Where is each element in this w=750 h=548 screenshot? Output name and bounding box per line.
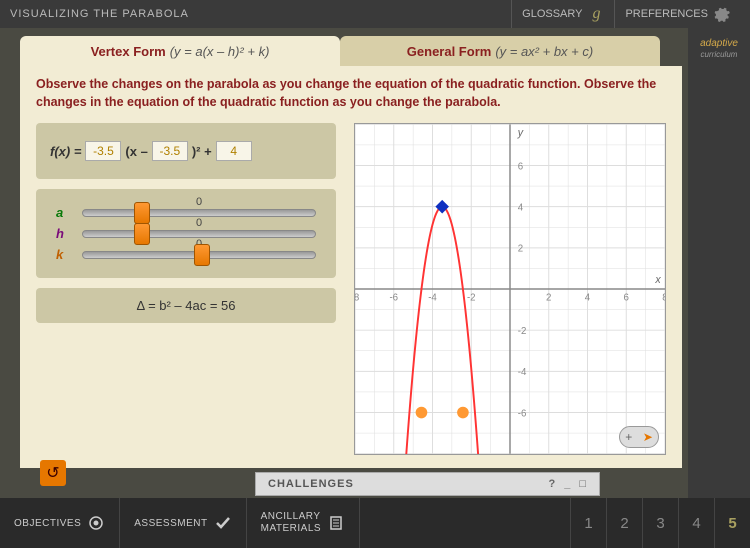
input-a[interactable]	[85, 141, 121, 161]
glossary-button[interactable]: GLOSSARY g	[511, 0, 614, 28]
eq-mid1: (x –	[125, 144, 147, 159]
slider-a[interactable]: 0	[82, 209, 316, 217]
plus-icon: +	[625, 430, 632, 444]
preferences-button[interactable]: PREFERENCES	[614, 0, 740, 28]
page-4[interactable]: 4	[678, 498, 714, 548]
svg-text:6: 6	[624, 293, 629, 304]
page-1[interactable]: 1	[570, 498, 606, 548]
challenges-label: CHALLENGES	[268, 478, 354, 490]
page-3[interactable]: 3	[642, 498, 678, 548]
svg-text:-6: -6	[518, 408, 527, 419]
sliders-panel: a 0 h 0	[36, 189, 336, 278]
eq-prefix: f(x) =	[50, 144, 81, 159]
help-icon[interactable]: ?	[548, 478, 556, 490]
glossary-label: GLOSSARY	[522, 8, 582, 20]
slider-a-label: a	[56, 205, 70, 220]
tab-general-label: General Form	[407, 44, 492, 59]
svg-text:8: 8	[662, 293, 665, 304]
svg-text:-2: -2	[518, 326, 527, 337]
slider-h-label: h	[56, 226, 70, 241]
assessment-label: ASSESSMENT	[134, 518, 207, 529]
challenges-bar[interactable]: CHALLENGES ? _ □	[255, 472, 600, 496]
svg-text:6: 6	[518, 161, 523, 172]
document-icon	[327, 514, 345, 532]
instructions-text: Observe the changes on the parabola as y…	[36, 76, 666, 111]
slider-h-thumb[interactable]	[134, 223, 150, 245]
discriminant-display: Δ = b² – 4ac = 56	[36, 288, 336, 323]
svg-text:x: x	[654, 274, 661, 286]
gear-icon	[714, 6, 730, 22]
page-5[interactable]: 5	[714, 498, 750, 548]
svg-text:-2: -2	[467, 293, 476, 304]
target-icon	[87, 514, 105, 532]
ancillary-button[interactable]: ANCILLARY MATERIALS	[247, 498, 360, 548]
slider-h-value: 0	[196, 217, 202, 229]
slider-a-value: 0	[196, 196, 202, 208]
chart-tool-button[interactable]: + ➤	[619, 426, 659, 448]
objectives-button[interactable]: OBJECTIVES	[0, 498, 120, 548]
svg-text:y: y	[517, 127, 524, 139]
slider-k-thumb[interactable]	[194, 244, 210, 266]
slider-a-thumb[interactable]	[134, 202, 150, 224]
brand-logo: adaptive curriculum	[700, 38, 738, 60]
assessment-button[interactable]: ASSESSMENT	[120, 498, 246, 548]
slider-h[interactable]: 0	[82, 230, 316, 238]
preferences-label: PREFERENCES	[625, 8, 708, 20]
expand-icon[interactable]: □	[579, 478, 587, 490]
slider-k[interactable]: 0	[82, 251, 316, 259]
tab-vertex-eq: (y = a(x – h)² + k)	[170, 44, 270, 59]
svg-text:2: 2	[518, 244, 523, 255]
page-2[interactable]: 2	[606, 498, 642, 548]
input-k[interactable]	[216, 141, 252, 161]
svg-text:4: 4	[585, 293, 591, 304]
tab-vertex-label: Vertex Form	[91, 44, 166, 59]
page-title: VISUALIZING THE PARABOLA	[10, 8, 511, 20]
tab-general-eq: (y = ax² + bx + c)	[495, 44, 593, 59]
svg-text:-4: -4	[518, 367, 527, 378]
glossary-icon: g	[588, 6, 604, 22]
objectives-label: OBJECTIVES	[14, 518, 81, 529]
eq-mid2: )² +	[192, 144, 212, 159]
svg-text:4: 4	[518, 203, 524, 214]
check-icon	[214, 514, 232, 532]
pointer-icon: ➤	[643, 430, 653, 444]
svg-text:2: 2	[546, 293, 551, 304]
tab-vertex-form[interactable]: Vertex Form (y = a(x – h)² + k)	[20, 36, 340, 66]
svg-text:-4: -4	[428, 293, 437, 304]
input-h[interactable]	[152, 141, 188, 161]
reset-icon: ↺	[46, 463, 59, 483]
brand-line2: curriculum	[700, 50, 738, 60]
slider-k-label: k	[56, 247, 70, 262]
svg-text:-8: -8	[355, 293, 359, 304]
tab-general-form[interactable]: General Form (y = ax² + bx + c)	[340, 36, 660, 66]
brand-line1: adaptive	[700, 38, 738, 50]
parabola-chart[interactable]: -8 -6 -4 -2 2 4 6 8 -6 -4 -2 2 4 6 x y + ➤	[354, 123, 666, 455]
minimize-icon[interactable]: _	[564, 478, 571, 490]
svg-text:-6: -6	[389, 293, 398, 304]
ancillary-label: ANCILLARY MATERIALS	[261, 511, 321, 535]
reset-button[interactable]: ↺	[40, 460, 66, 486]
equation-display: f(x) = (x – )² +	[36, 123, 336, 179]
